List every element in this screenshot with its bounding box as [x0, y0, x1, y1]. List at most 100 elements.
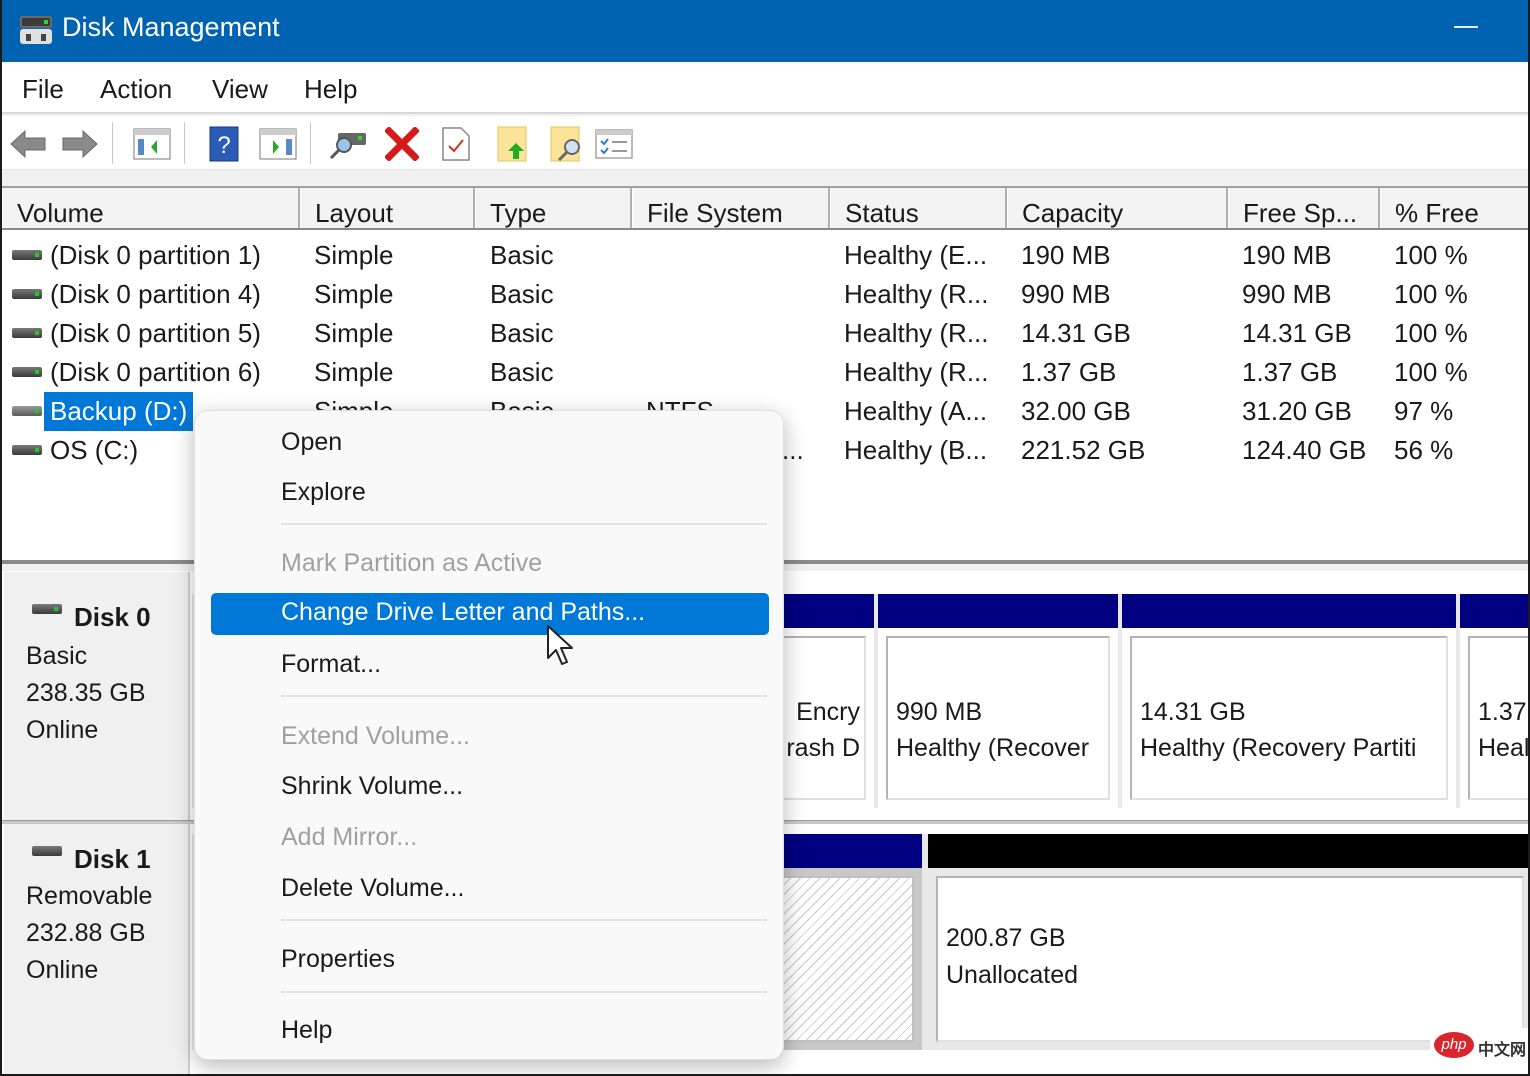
menu-item-format[interactable]: Format... [211, 645, 769, 687]
volume-row[interactable]: (Disk 0 partition 6) Simple Basic Health… [2, 353, 1528, 392]
menu-item-label: Delete Volume... [281, 874, 465, 902]
volume-row[interactable]: (Disk 0 partition 1) Simple Basic Health… [2, 236, 1528, 275]
volume-capacity: 990 MB [1021, 279, 1111, 309]
title-bar: Disk Management [2, 0, 1528, 62]
menu-item-open[interactable]: Open [211, 423, 769, 465]
volume-type: Basic [490, 240, 554, 270]
show-hide-console-tree-button[interactable] [132, 124, 172, 164]
help-icon: ? [209, 126, 239, 162]
menu-item-label: Properties [281, 945, 395, 973]
menu-item-properties[interactable]: Properties [211, 940, 769, 982]
toolbar-gap [2, 170, 1528, 186]
help-button[interactable]: ? [204, 124, 244, 164]
volume-layout: Simple [314, 357, 394, 387]
connect-button[interactable] [328, 124, 368, 164]
column-header-percent-free[interactable]: % Free [1380, 188, 1528, 228]
disk-kind: Removable [26, 882, 153, 910]
disk-0-partition[interactable]: 990 MB Healthy (Recover [878, 594, 1118, 808]
volume-percent-free: 100 % [1394, 240, 1468, 270]
menu-item-mark-partition-active[interactable]: Mark Partition as Active [211, 544, 769, 586]
folder-search-button[interactable] [546, 124, 586, 164]
menu-item-shrink-volume[interactable]: Shrink Volume... [211, 767, 769, 809]
menu-bar: File Action View Help [2, 62, 1528, 114]
menu-item-extend-volume[interactable]: Extend Volume... [211, 717, 769, 759]
volume-row[interactable]: (Disk 0 partition 5) Simple Basic Health… [2, 314, 1528, 353]
back-button[interactable] [8, 124, 48, 164]
forward-arrow-icon [62, 129, 98, 159]
drive-icon [12, 445, 42, 455]
volume-free-space: 14.31 GB [1242, 318, 1352, 348]
toolbar-separator [112, 122, 113, 164]
disk-1-label[interactable]: Disk 1 Removable 232.88 GB Online [4, 824, 190, 1074]
menu-item-explore[interactable]: Explore [211, 473, 769, 515]
volume-status: Healthy (A... [844, 396, 988, 426]
column-header-layout[interactable]: Layout [300, 188, 475, 228]
customize-view-button[interactable] [594, 124, 634, 164]
menu-action[interactable]: Action [100, 74, 172, 105]
disk-size: 238.35 GB [26, 679, 146, 707]
toolbar-separator [184, 122, 185, 164]
volume-layout: Simple [314, 318, 394, 348]
menu-item-add-mirror[interactable]: Add Mirror... [211, 818, 769, 860]
watermark: php 中文网 [1430, 1028, 1528, 1064]
volume-percent-free: 100 % [1394, 318, 1468, 348]
partition-bar [1122, 594, 1456, 628]
partition-line-2: Healthy (Recover [896, 734, 1090, 762]
volume-name: Backup (D:) [44, 392, 194, 431]
menu-item-delete-volume[interactable]: Delete Volume... [211, 869, 769, 911]
watermark-logo: php [1434, 1032, 1474, 1058]
partition-line-1: 200.87 GB [946, 924, 1066, 952]
menu-separator [281, 523, 767, 525]
volume-free-space: 1.37 GB [1242, 357, 1338, 387]
menu-item-change-drive-letter[interactable]: Change Drive Letter and Paths... [211, 593, 769, 635]
partition-line-1: 14.31 GB [1140, 698, 1246, 726]
disk-state: Online [26, 956, 99, 984]
column-header-file-system[interactable]: File System [632, 188, 830, 228]
column-header-type[interactable]: Type [475, 188, 632, 228]
properties-button[interactable] [436, 124, 476, 164]
partition-line-1: 990 MB [896, 698, 983, 726]
disk-icon [32, 846, 62, 856]
column-header-status[interactable]: Status [830, 188, 1007, 228]
menu-item-help[interactable]: Help [211, 1011, 769, 1053]
menu-view[interactable]: View [212, 74, 268, 105]
menu-item-label: Open [281, 428, 343, 456]
volume-type: Basic [490, 279, 554, 309]
column-header-volume[interactable]: Volume [2, 188, 300, 228]
menu-separator [281, 991, 767, 993]
menu-help[interactable]: Help [304, 74, 357, 105]
drive-icon [12, 250, 42, 260]
minimize-button[interactable] [1442, 10, 1492, 46]
show-hide-action-pane-button[interactable] [258, 124, 298, 164]
volume-name: (Disk 0 partition 4) [50, 279, 261, 309]
menu-item-label: Change Drive Letter and Paths... [281, 598, 646, 626]
volume-percent-free: 56 % [1394, 435, 1454, 465]
volume-capacity: 190 MB [1021, 240, 1111, 270]
menu-file[interactable]: File [22, 74, 64, 105]
volume-capacity: 32.00 GB [1021, 396, 1131, 426]
partition-body: 990 MB Healthy (Recover [886, 636, 1110, 800]
folder-up-button[interactable] [492, 124, 532, 164]
column-header-capacity[interactable]: Capacity [1007, 188, 1228, 228]
drive-icon [12, 289, 42, 299]
volume-status: Healthy (B... [844, 435, 988, 465]
volume-layout: Simple [314, 240, 394, 270]
delete-button[interactable] [382, 124, 422, 164]
partition-line-2: Healthy (Recovery Partiti [1140, 734, 1417, 762]
disk-1-unallocated[interactable]: 200.87 GB Unallocated [928, 834, 1528, 1050]
partition-line-1: 1.37 [1478, 698, 1527, 726]
volume-status: Healthy (E... [844, 240, 988, 270]
volume-row[interactable]: (Disk 0 partition 4) Simple Basic Health… [2, 275, 1528, 314]
volume-capacity: 14.31 GB [1021, 318, 1131, 348]
column-header-free-space[interactable]: Free Sp... [1228, 188, 1380, 228]
disk-0-partition[interactable]: 1.37 Heal [1460, 594, 1528, 808]
menu-item-label: Mark Partition as Active [281, 549, 543, 577]
disk-0-partition[interactable]: 14.31 GB Healthy (Recovery Partiti [1122, 594, 1456, 808]
back-arrow-icon [10, 129, 46, 159]
forward-button[interactable] [60, 124, 100, 164]
volume-name: (Disk 0 partition 1) [50, 240, 261, 270]
volume-status: Healthy (R... [844, 357, 989, 387]
volume-free-space: 31.20 GB [1242, 396, 1352, 426]
partition-bar [1460, 594, 1528, 628]
disk-0-label[interactable]: Disk 0 Basic 238.35 GB Online [4, 572, 190, 820]
